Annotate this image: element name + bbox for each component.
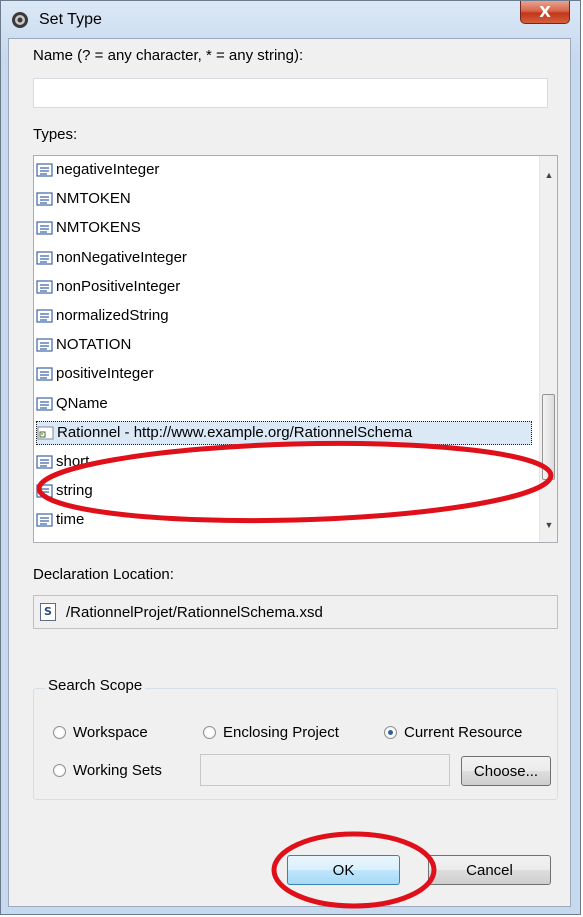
type-row[interactable]: NMTOKENS	[36, 216, 141, 240]
simple-type-icon	[36, 484, 53, 498]
type-row[interactable]: NOTATION	[36, 333, 131, 357]
radio-selected-icon[interactable]	[384, 726, 397, 739]
types-label: Types:	[33, 126, 78, 143]
type-row[interactable]: normalizedString	[36, 304, 169, 328]
simple-type-icon	[36, 396, 53, 411]
radio-icon[interactable]	[53, 726, 66, 739]
type-row[interactable]: nonPositiveInteger	[36, 275, 180, 299]
close-button[interactable]: X	[520, 1, 570, 24]
types-list[interactable]: negativeInteger NMTOKEN NMTOKENS nonNegativ…	[33, 155, 558, 543]
simple-type-icon	[36, 338, 53, 352]
simple-type-icon	[36, 163, 53, 177]
radio-working-sets[interactable]: Working Sets	[53, 762, 162, 779]
choose-button[interactable]: Choose...	[461, 756, 551, 786]
type-row[interactable]: string	[36, 479, 93, 503]
radio-current-resource-label: Current Resource	[404, 724, 523, 741]
simple-type-icon	[36, 221, 53, 235]
simple-type-icon	[36, 367, 53, 381]
radio-icon[interactable]	[53, 764, 66, 777]
simple-type-icon	[36, 280, 53, 294]
cancel-button[interactable]: Cancel	[428, 855, 551, 885]
schema-file-icon: S	[40, 603, 56, 621]
type-row-label: string	[56, 482, 93, 500]
type-row-label: nonPositiveInteger	[56, 277, 181, 295]
type-row-label: NMTOKENS	[56, 219, 141, 237]
declaration-location-label: Declaration Location:	[33, 566, 174, 583]
window-title: Set Type	[39, 11, 102, 28]
simple-type-icon	[36, 513, 53, 527]
type-row[interactable]: short	[36, 450, 89, 474]
scroll-down-arrow-icon[interactable]: ▼	[540, 516, 557, 534]
declaration-path: /RationnelProjet/RationnelSchema.xsd	[66, 603, 323, 621]
radio-workspace[interactable]: Workspace	[53, 724, 148, 741]
type-row-label: NOTATION	[56, 336, 132, 354]
radio-working-sets-label: Working Sets	[73, 762, 162, 779]
radio-enclosing-project-label: Enclosing Project	[223, 724, 339, 741]
name-filter-input[interactable]	[33, 78, 548, 108]
radio-current-resource[interactable]: Current Resource	[384, 724, 522, 741]
type-row-label: time	[56, 511, 85, 529]
type-row[interactable]: nonNegativeInteger	[36, 246, 187, 270]
type-row[interactable]: QName	[36, 392, 108, 416]
radio-enclosing-project[interactable]: Enclosing Project	[203, 724, 339, 741]
scroll-up-arrow-icon[interactable]: ▲	[540, 166, 557, 184]
type-row[interactable]: NMTOKEN	[36, 187, 131, 211]
eclipse-app-icon	[12, 12, 28, 28]
type-row-label: Rationnel - http://www.example.org/Ratio…	[57, 423, 413, 441]
type-row[interactable]: positiveInteger	[36, 362, 154, 386]
type-row[interactable]: negativeInteger	[36, 158, 159, 182]
complex-type-icon	[37, 426, 54, 440]
type-row-label: negativeInteger	[56, 161, 160, 178]
ok-button[interactable]: OK	[287, 855, 400, 885]
type-row-label: NMTOKEN	[56, 190, 131, 208]
type-row[interactable]: time	[36, 508, 84, 532]
type-row-label: positiveInteger	[56, 365, 154, 383]
types-vertical-scrollbar[interactable]: ▲ ▼	[539, 156, 557, 542]
simple-type-icon	[36, 309, 53, 323]
title-bar[interactable]: Set Type X	[1, 1, 580, 39]
scrollbar-thumb[interactable]	[542, 394, 555, 480]
type-row-label: short	[56, 453, 90, 470]
type-row-label: nonNegativeInteger	[56, 248, 187, 266]
type-row-selected[interactable]: Rationnel - http://www.example.org/Ratio…	[36, 420, 532, 445]
close-icon: X	[539, 3, 551, 21]
radio-icon[interactable]	[203, 726, 216, 739]
type-row-label: normalizedString	[56, 307, 169, 324]
simple-type-icon	[36, 192, 53, 206]
type-row-label: QName	[56, 394, 108, 412]
simple-type-icon	[36, 250, 53, 265]
declaration-location-field: S /RationnelProjet/RationnelSchema.xsd	[33, 595, 558, 629]
name-filter-label: Name (? = any character, * = any string)…	[33, 47, 304, 64]
search-scope-legend: Search Scope	[45, 677, 146, 694]
simple-type-icon	[36, 455, 53, 469]
working-sets-field	[200, 754, 450, 786]
radio-workspace-label: Workspace	[73, 724, 148, 741]
